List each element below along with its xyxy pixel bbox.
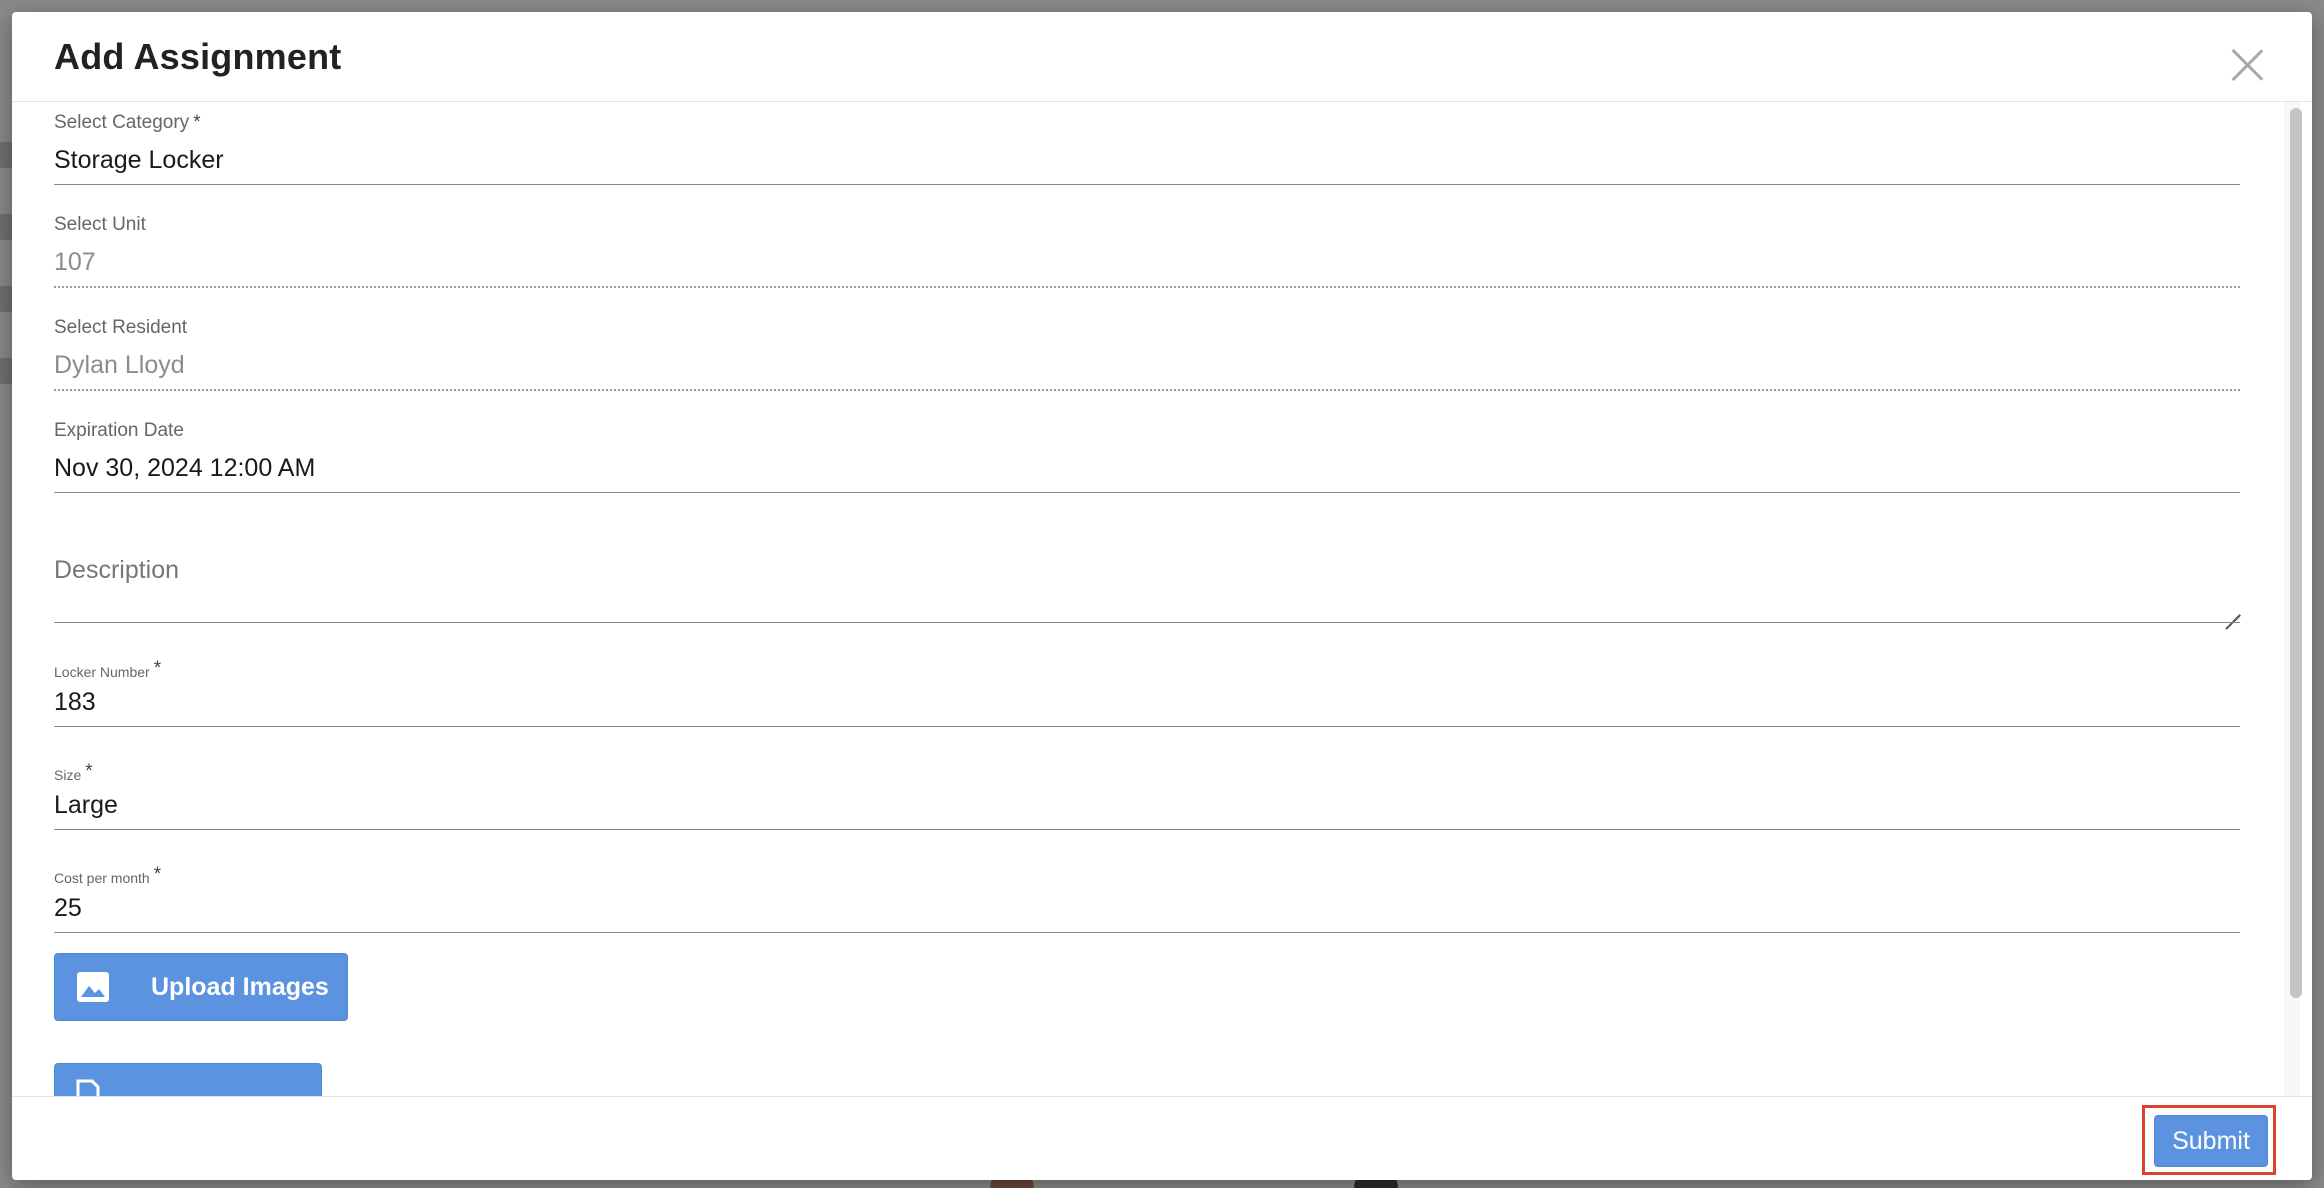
upload-images-button[interactable]: Upload Images	[54, 953, 348, 1021]
expiration-label: Expiration Date	[54, 420, 184, 441]
field-underline	[54, 622, 2240, 623]
size-label: Size	[54, 767, 82, 783]
category-value: Storage Locker	[54, 146, 224, 174]
field-underline	[54, 286, 2240, 288]
field-underline	[54, 389, 2240, 391]
cost-value: 25	[54, 894, 82, 922]
locker-number-value: 183	[54, 688, 96, 716]
resident-value: Dylan Lloyd	[54, 351, 185, 379]
expiration-value: Nov 30, 2024 12:00 AM	[54, 454, 316, 482]
field-underline	[54, 726, 2240, 727]
resize-handle-icon[interactable]	[2224, 600, 2240, 616]
document-icon	[76, 1079, 100, 1096]
background-checkbox	[0, 286, 12, 312]
modal-title: Add Assignment	[54, 36, 342, 77]
required-asterisk: *	[193, 112, 201, 133]
required-asterisk: *	[153, 864, 162, 885]
field-underline	[54, 492, 2240, 493]
background-checkbox	[0, 358, 12, 384]
close-icon[interactable]	[2230, 48, 2264, 82]
resident-label: Select Resident	[54, 317, 188, 338]
field-underline	[54, 932, 2240, 933]
modal-footer: Submit	[12, 1096, 2312, 1180]
category-label: Select Category	[54, 112, 190, 133]
cost-label: Cost per month	[54, 870, 150, 886]
modal-body: Select Category * Storage Locker Select U…	[12, 102, 2312, 1096]
size-value: Large	[54, 791, 118, 819]
upload-images-label: Upload Images	[151, 973, 329, 1001]
scrollbar-thumb[interactable]	[2290, 108, 2302, 998]
locker-number-label: Locker Number	[54, 664, 150, 680]
background-checkbox	[0, 214, 12, 240]
submit-button[interactable]: Submit	[2154, 1115, 2268, 1167]
field-underline	[54, 829, 2240, 830]
add-assignment-modal: Add Assignment Select Category * Storage …	[12, 12, 2312, 1180]
unit-value: 107	[54, 248, 96, 276]
required-asterisk: *	[85, 761, 93, 782]
description-placeholder: Description	[54, 556, 180, 584]
background-checkbox	[0, 142, 12, 168]
required-asterisk: *	[153, 658, 162, 679]
image-icon	[77, 972, 109, 1002]
upload-documents-button[interactable]	[54, 1063, 322, 1096]
modal-header: Add Assignment	[12, 12, 2312, 102]
unit-label: Select Unit	[54, 214, 146, 235]
field-underline	[54, 184, 2240, 185]
